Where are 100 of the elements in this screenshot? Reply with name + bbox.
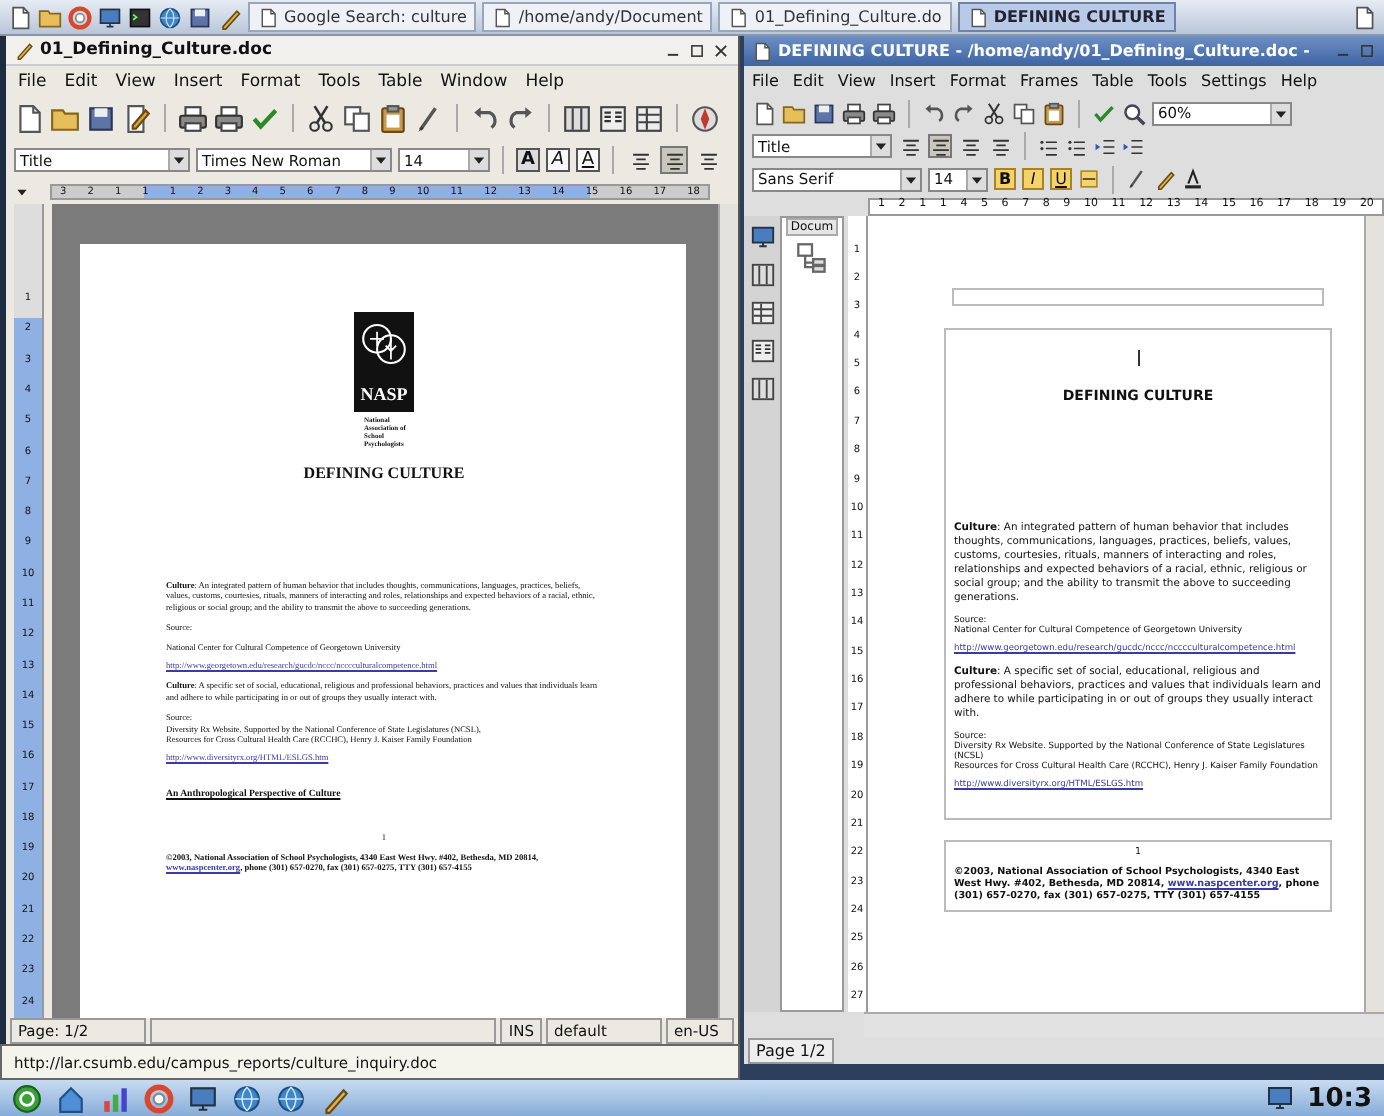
- folder-icon[interactable]: [50, 103, 80, 133]
- page-icon[interactable]: [8, 5, 32, 29]
- indent-icon[interactable]: [1122, 135, 1144, 157]
- grid-icon[interactable]: [749, 262, 775, 288]
- undo-icon[interactable]: [922, 101, 946, 125]
- character-style-button[interactable]: A: [576, 148, 600, 172]
- pencil-icon[interactable]: [218, 5, 242, 29]
- menu-item[interactable]: Edit: [792, 72, 824, 90]
- undo-icon[interactable]: [470, 103, 500, 133]
- edit-icon[interactable]: [122, 103, 152, 133]
- page-icon[interactable]: [14, 103, 44, 133]
- scissors-icon[interactable]: [306, 103, 336, 133]
- terminal-icon[interactable]: [128, 5, 152, 29]
- scissors-icon[interactable]: [982, 101, 1006, 125]
- check-icon[interactable]: [1092, 101, 1116, 125]
- bulleted-list-icon[interactable]: [1038, 135, 1060, 157]
- status-page: Page 1/2: [748, 1038, 834, 1064]
- menu-item[interactable]: Insert: [889, 72, 936, 90]
- menu-item[interactable]: Format: [949, 72, 1007, 90]
- globe-icon[interactable]: [276, 1083, 306, 1113]
- compass-icon[interactable]: [690, 103, 720, 133]
- clipboard-icon[interactable]: [1042, 101, 1066, 125]
- pencil-icon[interactable]: [1154, 168, 1176, 190]
- folder-icon[interactable]: [782, 101, 806, 125]
- strikethrough-icon[interactable]: [1078, 168, 1100, 190]
- lines-icon: [899, 135, 921, 157]
- window-title: 01_Defining_Culture.doc: [40, 40, 273, 60]
- folder-icon[interactable]: [38, 5, 62, 29]
- globe-icon[interactable]: [232, 1083, 262, 1113]
- clipboard-icon[interactable]: [378, 103, 408, 133]
- tab-stop-icon[interactable]: [14, 184, 30, 200]
- globe-icon[interactable]: [158, 5, 182, 29]
- character-style-button[interactable]: U: [1050, 168, 1072, 190]
- align-button[interactable]: [958, 134, 982, 158]
- menu-item[interactable]: Insert: [173, 71, 223, 91]
- printer-icon[interactable]: [872, 101, 896, 125]
- taskbar-button[interactable]: DEFINING CULTURE: [957, 2, 1176, 32]
- redo-icon[interactable]: [506, 103, 536, 133]
- caret-icon: [468, 150, 488, 170]
- align-button[interactable]: [898, 134, 922, 158]
- taskbar-button[interactable]: /home/andy/Document: [482, 2, 713, 32]
- character-style-button[interactable]: I: [1022, 168, 1044, 190]
- page-icon[interactable]: [752, 101, 776, 125]
- ring-icon[interactable]: [144, 1083, 174, 1113]
- menu-item[interactable]: View: [837, 72, 876, 90]
- monitor-icon[interactable]: [188, 1083, 218, 1113]
- printer-icon[interactable]: [842, 101, 866, 125]
- menu-item[interactable]: Edit: [64, 71, 98, 91]
- check-icon[interactable]: [250, 103, 280, 133]
- indent-icon[interactable]: [1094, 135, 1116, 157]
- text-color-icon[interactable]: [1182, 168, 1204, 190]
- character-style-button[interactable]: B: [994, 168, 1016, 190]
- bulleted-list-icon[interactable]: [1066, 135, 1088, 157]
- printer-icon[interactable]: [214, 103, 244, 133]
- menu-item[interactable]: Help: [525, 71, 565, 91]
- logo-drawing: NASP: [354, 312, 414, 412]
- columns-icon[interactable]: [598, 103, 628, 133]
- redo-icon[interactable]: [952, 101, 976, 125]
- taskbar-button[interactable]: Google Search: culture: [248, 2, 477, 32]
- menu-item[interactable]: Settings: [1201, 72, 1267, 90]
- menu-item[interactable]: Format: [240, 71, 301, 91]
- copy-icon[interactable]: [342, 103, 372, 133]
- chart-icon[interactable]: [100, 1083, 130, 1113]
- menu-item[interactable]: Table: [1092, 72, 1134, 90]
- maximize-icon[interactable]: [688, 41, 706, 59]
- magnifier-icon[interactable]: [1122, 101, 1146, 125]
- ring-icon[interactable]: [68, 5, 92, 29]
- character-style-button[interactable]: A: [516, 148, 540, 172]
- menu-item[interactable]: Help: [1280, 72, 1318, 90]
- menu-item[interactable]: File: [752, 72, 779, 90]
- monitor-icon[interactable]: [749, 224, 775, 250]
- align-button[interactable]: [988, 134, 1012, 158]
- printer-icon[interactable]: [178, 103, 208, 133]
- menu-item[interactable]: Table: [378, 71, 423, 91]
- taskbar-button[interactable]: 01_Defining_Culture.do: [718, 2, 952, 32]
- menu-item[interactable]: Frames: [1020, 72, 1079, 90]
- menu-item[interactable]: Window: [440, 71, 508, 91]
- orb-icon[interactable]: [12, 1083, 42, 1113]
- monitor-icon[interactable]: [1265, 1084, 1294, 1112]
- align-button[interactable]: [928, 134, 952, 158]
- table-icon[interactable]: [749, 300, 775, 326]
- character-style-button[interactable]: A: [546, 148, 570, 172]
- monitor-icon[interactable]: [98, 5, 122, 29]
- menu-item[interactable]: View: [115, 71, 156, 91]
- menu-item[interactable]: Tools: [318, 71, 361, 91]
- scrollbar[interactable]: [718, 204, 738, 1018]
- scrollbar[interactable]: [1364, 216, 1384, 1012]
- clock: 10:3: [1307, 1083, 1372, 1113]
- columns-icon[interactable]: [749, 338, 775, 364]
- menu-item[interactable]: Tools: [1147, 72, 1188, 90]
- close-icon[interactable]: [712, 41, 730, 59]
- align-button[interactable]: [660, 146, 688, 174]
- copy-icon[interactable]: [1012, 101, 1036, 125]
- scrollbar[interactable]: [864, 1012, 1384, 1038]
- menu-item[interactable]: File: [18, 71, 47, 91]
- pencil-icon: [14, 40, 34, 60]
- grid-icon[interactable]: [562, 103, 592, 133]
- document-tree-icon[interactable]: [796, 242, 828, 274]
- grid-icon[interactable]: [749, 376, 775, 402]
- table-icon[interactable]: [634, 103, 664, 133]
